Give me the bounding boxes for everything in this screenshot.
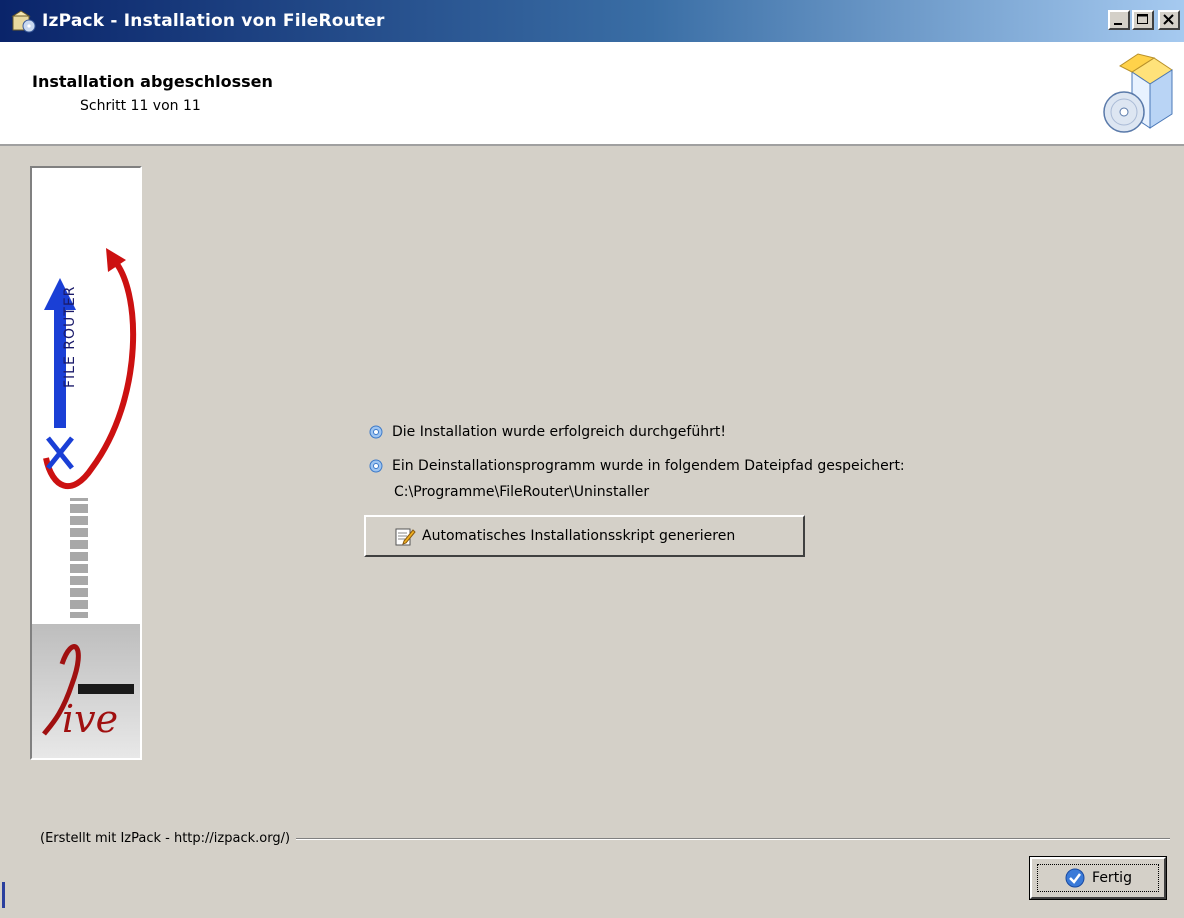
- panel-header: Installation abgeschlossen Schritt 11 vo…: [0, 42, 1184, 146]
- edit-script-icon: [395, 528, 416, 546]
- gear-icon: [369, 425, 383, 439]
- maximize-icon: [1137, 14, 1148, 24]
- gear-icon: [369, 459, 383, 473]
- page-title: Installation abgeschlossen: [32, 72, 273, 91]
- maximize-button[interactable]: [1132, 10, 1154, 30]
- close-button[interactable]: [1158, 10, 1180, 30]
- app-icon: [10, 8, 36, 34]
- success-message: Die Installation wurde erfolgreich durch…: [368, 424, 726, 440]
- svg-text:ive: ive: [62, 697, 118, 741]
- uninstaller-path: C:\Programme\FileRouter\Uninstaller: [394, 484, 650, 500]
- computer-live-logo: ive: [32, 624, 140, 758]
- file-router-logo: [43, 248, 137, 618]
- close-icon: [1163, 14, 1174, 25]
- window-title: IzPack - Installation von FileRouter: [42, 11, 385, 31]
- izpack-credit: (Erstellt mit IzPack - http://izpack.org…: [40, 831, 297, 846]
- edge-marker: [2, 882, 5, 908]
- side-branding-image: FILE ROUTER ive: [30, 166, 142, 760]
- generate-script-label: Automatisches Installationsskript generi…: [422, 528, 736, 544]
- title-bar[interactable]: IzPack - Installation von FileRouter: [0, 0, 1184, 42]
- generate-script-button[interactable]: Automatisches Installationsskript generi…: [364, 515, 805, 557]
- computer-live-icon: ive: [42, 644, 134, 741]
- install-package-icon: [1103, 53, 1173, 133]
- check-icon: [1065, 868, 1085, 888]
- focus-rect: [1037, 864, 1159, 892]
- uninstaller-text: Ein Deinstallationsprogramm wurde in fol…: [392, 458, 905, 474]
- window-controls: [1108, 10, 1180, 30]
- finish-button[interactable]: Fertig: [1029, 856, 1167, 900]
- logo-vertical-text: FILE ROUTER: [62, 285, 78, 388]
- uninstaller-message: Ein Deinstallationsprogramm wurde in fol…: [368, 458, 905, 474]
- minimize-icon: [1114, 23, 1122, 25]
- minimize-button[interactable]: [1108, 10, 1130, 30]
- success-text: Die Installation wurde erfolgreich durch…: [392, 424, 726, 440]
- step-indicator: Schritt 11 von 11: [80, 98, 201, 114]
